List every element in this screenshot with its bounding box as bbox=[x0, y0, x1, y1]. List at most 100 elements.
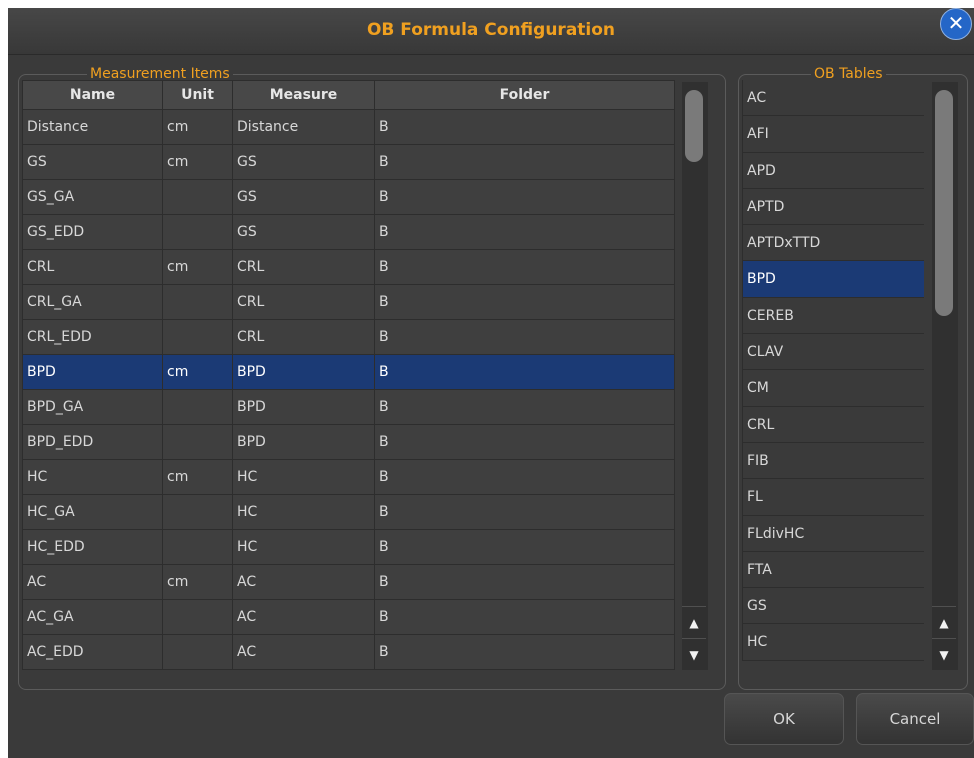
cell-folder: B bbox=[374, 424, 675, 460]
list-item[interactable]: APD bbox=[742, 152, 924, 189]
cell-folder: B bbox=[374, 109, 675, 145]
cell-measure: GS bbox=[232, 214, 375, 250]
cell-name: AC_EDD bbox=[22, 634, 163, 670]
ok-button[interactable]: OK bbox=[724, 693, 844, 745]
list-item[interactable]: FIB bbox=[742, 442, 924, 480]
table-row[interactable]: BPD cm BPD B bbox=[22, 354, 675, 390]
cell-unit bbox=[162, 529, 233, 565]
cell-folder: B bbox=[374, 599, 675, 635]
column-header-unit[interactable]: Unit bbox=[162, 80, 233, 110]
cell-unit: cm bbox=[162, 354, 233, 390]
cell-measure: CRL bbox=[232, 319, 375, 355]
cell-folder: B bbox=[374, 214, 675, 250]
cell-unit: cm bbox=[162, 459, 233, 495]
cell-unit bbox=[162, 179, 233, 215]
list-item[interactable]: BPD bbox=[742, 261, 924, 298]
cell-folder: B bbox=[374, 249, 675, 285]
table-row[interactable]: BPD_EDD BPD B bbox=[22, 424, 675, 460]
cell-name: Distance bbox=[22, 109, 163, 145]
table-row[interactable]: Distance cm Distance B bbox=[22, 109, 675, 145]
list-item[interactable]: HC bbox=[742, 624, 924, 661]
list-item[interactable]: GS bbox=[742, 588, 924, 625]
cell-name: HC_GA bbox=[22, 494, 163, 530]
cell-folder: B bbox=[374, 284, 675, 320]
cell-measure: Distance bbox=[232, 109, 375, 145]
list-item[interactable]: FTA bbox=[742, 551, 924, 589]
cell-measure: BPD bbox=[232, 389, 375, 425]
list-item[interactable]: CLAV bbox=[742, 334, 924, 371]
cell-unit bbox=[162, 214, 233, 250]
cell-measure: AC bbox=[232, 564, 375, 600]
table-row[interactable]: CRL_EDD CRL B bbox=[22, 319, 675, 355]
list-item[interactable]: CM bbox=[742, 370, 924, 407]
cell-name: HC bbox=[22, 459, 163, 495]
cancel-button[interactable]: Cancel bbox=[856, 693, 974, 745]
cell-folder: B bbox=[374, 144, 675, 180]
cell-unit: cm bbox=[162, 109, 233, 145]
table-row[interactable]: CRL_GA CRL B bbox=[22, 284, 675, 320]
cell-unit bbox=[162, 599, 233, 635]
measurement-items-scroll-thumb[interactable] bbox=[685, 90, 703, 162]
measurement-items-scroll-up-arrow[interactable]: ▲ bbox=[682, 606, 706, 639]
ob-tables-scroll-thumb[interactable] bbox=[935, 90, 953, 316]
cell-name: GS_EDD bbox=[22, 214, 163, 250]
list-item[interactable]: CRL bbox=[742, 406, 924, 443]
ob-tables-scroll-down-arrow[interactable]: ▼ bbox=[932, 638, 956, 671]
cell-measure: BPD bbox=[232, 354, 375, 390]
cell-name: CRL_EDD bbox=[22, 319, 163, 355]
list-item[interactable]: FL bbox=[742, 479, 924, 516]
cell-measure: CRL bbox=[232, 284, 375, 320]
cell-folder: B bbox=[374, 179, 675, 215]
table-row[interactable]: CRL cm CRL B bbox=[22, 249, 675, 285]
cell-unit: cm bbox=[162, 564, 233, 600]
list-item[interactable]: FLdivHC bbox=[742, 515, 924, 552]
cell-measure: BPD bbox=[232, 424, 375, 460]
cell-folder: B bbox=[374, 494, 675, 530]
table-row[interactable]: BPD_GA BPD B bbox=[22, 389, 675, 425]
ob-tables-scrollbar[interactable]: ▲ ▼ bbox=[932, 82, 958, 670]
table-row[interactable]: GS_GA GS B bbox=[22, 179, 675, 215]
table-row[interactable]: AC cm AC B bbox=[22, 564, 675, 600]
table-row[interactable]: AC_EDD AC B bbox=[22, 634, 675, 670]
list-item[interactable]: APTDxTTD bbox=[742, 225, 924, 262]
cell-name: AC bbox=[22, 564, 163, 600]
column-header-folder[interactable]: Folder bbox=[374, 80, 675, 110]
cell-unit bbox=[162, 284, 233, 320]
cell-unit bbox=[162, 634, 233, 670]
cell-folder: B bbox=[374, 389, 675, 425]
list-item[interactable]: CEREB bbox=[742, 297, 924, 335]
list-item[interactable]: APTD bbox=[742, 188, 924, 226]
title-bar: OB Formula Configuration bbox=[8, 8, 974, 55]
dialog-title: OB Formula Configuration bbox=[366, 20, 616, 40]
cell-folder: B bbox=[374, 319, 675, 355]
table-row[interactable]: AC_GA AC B bbox=[22, 599, 675, 635]
cell-unit: cm bbox=[162, 144, 233, 180]
column-header-measure[interactable]: Measure bbox=[232, 80, 375, 110]
table-row[interactable]: HC cm HC B bbox=[22, 459, 675, 495]
measurement-items-scrollbar[interactable]: ▲ ▼ bbox=[682, 82, 708, 670]
table-row[interactable]: HC_GA HC B bbox=[22, 494, 675, 530]
cell-unit bbox=[162, 494, 233, 530]
cell-name: GS_GA bbox=[22, 179, 163, 215]
cell-measure: GS bbox=[232, 179, 375, 215]
table-row[interactable]: HC_EDD HC B bbox=[22, 529, 675, 565]
cell-measure: GS bbox=[232, 144, 375, 180]
cell-name: CRL bbox=[22, 249, 163, 285]
cell-unit bbox=[162, 319, 233, 355]
cell-measure: AC bbox=[232, 634, 375, 670]
list-item[interactable]: AFI bbox=[742, 116, 924, 153]
list-item[interactable]: AC bbox=[742, 80, 924, 117]
measurement-items-scroll-down-arrow[interactable]: ▼ bbox=[682, 638, 706, 671]
cell-name: BPD_GA bbox=[22, 389, 163, 425]
cell-folder: B bbox=[374, 459, 675, 495]
cell-unit bbox=[162, 389, 233, 425]
ob-tables-scroll-up-arrow[interactable]: ▲ bbox=[932, 606, 956, 639]
cell-folder: B bbox=[374, 529, 675, 565]
close-icon[interactable]: ✕ bbox=[940, 8, 972, 40]
cell-unit: cm bbox=[162, 249, 233, 285]
cell-measure: HC bbox=[232, 529, 375, 565]
table-row[interactable]: GS cm GS B bbox=[22, 144, 675, 180]
cell-folder: B bbox=[374, 634, 675, 670]
column-header-name[interactable]: Name bbox=[22, 80, 163, 110]
table-row[interactable]: GS_EDD GS B bbox=[22, 214, 675, 250]
